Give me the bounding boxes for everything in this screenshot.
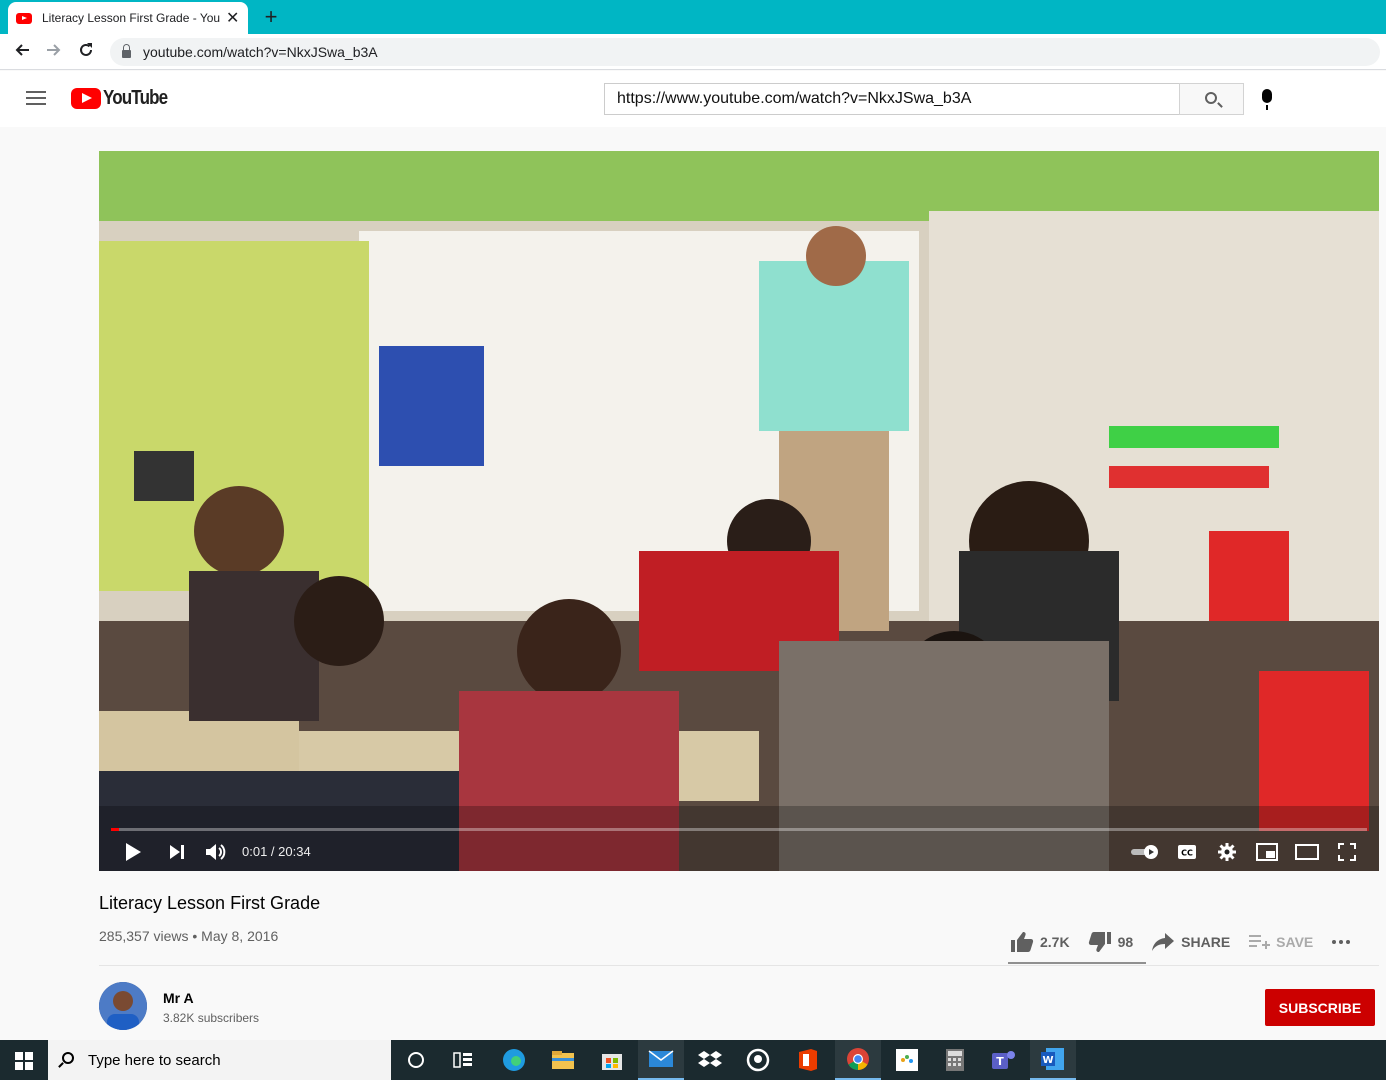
youtube-header: YouTube https://www.youtube.com/watch?v=… [0, 71, 1386, 127]
search-icon [1205, 92, 1217, 104]
word-icon[interactable]: W [1030, 1040, 1076, 1080]
miniplayer-icon [1256, 843, 1278, 861]
dislike-count: 98 [1117, 934, 1134, 950]
theater-mode-button[interactable] [1289, 834, 1325, 870]
video-progress-played [111, 828, 119, 831]
subscriber-count: 3.82K subscribers [163, 1011, 260, 1025]
calculator-icon[interactable] [932, 1040, 978, 1080]
taskbar-search-box[interactable]: Type here to search [48, 1040, 391, 1080]
youtube-logo[interactable]: YouTube [71, 87, 179, 110]
search-input[interactable]: https://www.youtube.com/watch?v=NkxJSwa_… [604, 83, 1180, 115]
reload-button[interactable] [74, 40, 98, 64]
back-button[interactable] [10, 40, 34, 64]
play-icon [126, 843, 141, 861]
svg-text:W: W [1042, 1055, 1053, 1066]
browser-toolbar: youtube.com/watch?v=NkxJSwa_b3A [0, 34, 1386, 70]
photos-icon[interactable] [884, 1040, 930, 1080]
edge-icon[interactable] [491, 1040, 537, 1080]
youtube-logo-text: YouTube [103, 87, 168, 109]
video-player[interactable]: 0:01 / 20:34 CC [99, 151, 1379, 871]
browser-tab[interactable]: Literacy Lesson First Grade - YouTube ✕ [8, 2, 248, 34]
more-actions-button[interactable] [1331, 939, 1357, 945]
next-button[interactable] [159, 834, 195, 870]
store-icon[interactable] [589, 1040, 635, 1080]
save-label: SAVE [1276, 934, 1314, 950]
file-explorer-icon[interactable] [540, 1040, 586, 1080]
video-time: 0:01 / 20:34 [242, 844, 311, 859]
divider [99, 965, 1379, 966]
playlist-add-icon [1249, 935, 1271, 949]
like-dislike-ratio-bar [1008, 962, 1146, 964]
mail-icon[interactable] [638, 1040, 684, 1080]
arrow-right-icon [47, 44, 61, 56]
address-bar[interactable]: youtube.com/watch?v=NkxJSwa_b3A [110, 38, 1380, 66]
captions-button[interactable]: CC [1169, 834, 1205, 870]
reload-icon [80, 43, 92, 56]
github-icon[interactable] [735, 1040, 781, 1080]
autoplay-toggle-icon [1131, 845, 1158, 859]
arrow-left-icon [15, 44, 29, 56]
forward-button[interactable] [42, 40, 66, 64]
channel-name[interactable]: Mr A [163, 990, 194, 1006]
channel-avatar[interactable] [99, 982, 147, 1030]
dislike-button[interactable]: 98 [1088, 931, 1134, 953]
dropbox-icon[interactable] [687, 1040, 733, 1080]
share-arrow-icon [1152, 933, 1175, 951]
taskbar-search-placeholder: Type here to search [88, 1051, 221, 1069]
windows-start-icon[interactable] [15, 1052, 33, 1070]
youtube-favicon-icon [16, 12, 32, 24]
volume-button[interactable] [198, 834, 234, 870]
avatar-image [99, 982, 147, 1030]
search-icon [62, 1052, 74, 1064]
volume-icon [206, 844, 226, 860]
browser-tab-strip: Literacy Lesson First Grade - YouTube ✕ … [0, 0, 1386, 34]
like-button[interactable]: 2.7K [1010, 931, 1070, 953]
subscribe-button[interactable]: SUBSCRIBE [1265, 989, 1375, 1026]
like-count: 2.7K [1040, 934, 1070, 950]
fullscreen-icon [1338, 843, 1356, 861]
address-url: youtube.com/watch?v=NkxJSwa_b3A [143, 44, 378, 60]
share-button[interactable]: SHARE [1151, 932, 1230, 952]
teams-icon[interactable]: T [981, 1040, 1027, 1080]
task-view-icon[interactable] [440, 1040, 486, 1080]
video-frame-image [99, 151, 1379, 871]
thumbs-down-icon [1088, 932, 1111, 952]
search-button[interactable] [1179, 83, 1244, 115]
autoplay-toggle[interactable] [1125, 834, 1165, 870]
lock-icon [122, 43, 131, 58]
play-button[interactable] [115, 834, 151, 870]
save-button[interactable]: SAVE [1248, 933, 1313, 951]
video-views-date: 285,357 views • May 8, 2016 [99, 928, 279, 944]
share-label: SHARE [1181, 934, 1231, 950]
office-icon[interactable] [785, 1040, 831, 1080]
settings-button[interactable] [1209, 834, 1245, 870]
svg-text:T: T [996, 1055, 1004, 1068]
hamburger-menu-icon[interactable] [26, 91, 46, 107]
tab-close-button[interactable]: ✕ [226, 8, 239, 28]
skip-next-icon [170, 845, 184, 859]
video-actions: 2.7K 98 SHARE SAVE [1010, 924, 1375, 960]
video-title: Literacy Lesson First Grade [99, 893, 321, 913]
gear-icon [1218, 843, 1236, 861]
new-tab-button[interactable]: + [258, 4, 284, 30]
more-horizontal-icon [1332, 940, 1351, 944]
captions-icon: CC [1178, 845, 1196, 859]
svg-text:CC: CC [1181, 849, 1193, 858]
chrome-icon[interactable] [835, 1040, 881, 1080]
windows-taskbar: Type here to search T W [0, 1040, 1386, 1080]
fullscreen-button[interactable] [1329, 834, 1365, 870]
theater-mode-icon [1295, 844, 1319, 860]
tab-title: Literacy Lesson First Grade - YouTube [42, 11, 220, 25]
player-controls: 0:01 / 20:34 CC [99, 834, 1379, 871]
microphone-icon[interactable] [1262, 89, 1272, 110]
miniplayer-button[interactable] [1249, 834, 1285, 870]
thumbs-up-icon [1011, 932, 1034, 952]
video-progress-bar[interactable] [111, 828, 1367, 831]
youtube-play-logo-icon [71, 88, 101, 109]
cortana-icon[interactable] [393, 1040, 439, 1080]
